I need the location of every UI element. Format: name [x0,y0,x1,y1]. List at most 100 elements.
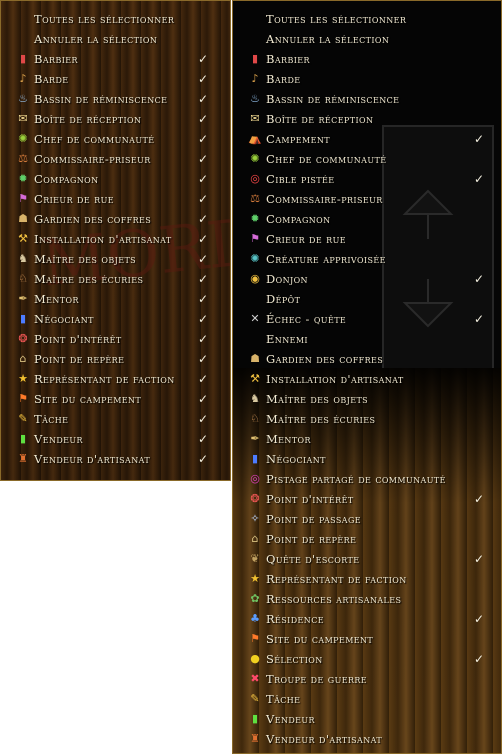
menu-item-label: Crieur de rue [266,232,346,246]
menu-item-crieur-de-rue[interactable]: ⚑ Crieur de rue ✓ [1,189,230,209]
menu-item-cible-pistee[interactable]: ◎ Cible pistée ✓ [233,169,501,189]
menu-item-chef-de-communaute[interactable]: ✺ Chef de communauté [233,149,501,169]
lute-icon: ♪ [19,72,27,85]
menu-item-annuler-la-selection[interactable]: Annuler la sélection [233,29,501,49]
menu-item-label: Cible pistée [266,172,335,186]
menu-item-vendeur[interactable]: ▮ Vendeur [233,709,501,729]
menu-item-mentor[interactable]: ✒ Mentor [233,429,501,449]
menu-item-maitre-des-objets[interactable]: ♞ Maître des objets ✓ [1,249,230,269]
menu-item-site-du-campement[interactable]: ⚑ Site du campement ✓ [1,389,230,409]
menu-item-echec-quete[interactable]: ✕ Échec - quête ✓ [233,309,501,329]
menu-item-residence[interactable]: ♣ Résidence ✓ [233,609,501,629]
mailbox-icon: ✉ [18,112,28,125]
menu-item-ressources-artisanales[interactable]: ✿ Ressources artisanales [233,589,501,609]
menu-item-selection[interactable]: ● Sélection ✓ [233,649,501,669]
menu-item-gardien-des-coffres[interactable]: ☗ Gardien des coffres [233,349,501,369]
tracked-target-icon: ◎ [250,172,260,185]
menu-item-label: Point de passage [266,512,362,526]
menu-item-point-d-interet[interactable]: ❂ Point d'intérêt ✓ [1,329,230,349]
menu-item-barbier[interactable]: ▮ Barbier ✓ [1,49,230,69]
menu-item-label: Représentant de faction [34,372,175,386]
menu-item-depot[interactable]: Dépôt [233,289,501,309]
menu-item-label: Ressources artisanales [266,592,402,606]
barber-pole-icon: ▮ [251,52,259,65]
encampment-icon: ⛺ [248,132,262,145]
menu-item-installation-d-artisanat[interactable]: ⚒ Installation d'artisanat [233,369,501,389]
menu-item-chef-de-communaute[interactable]: ✺ Chef de communauté ✓ [1,129,230,149]
menu-item-commissaire-priseur[interactable]: ⚖ Commissaire-priseur [233,189,501,209]
barber-pole-icon: ▮ [19,52,27,65]
town-crier-icon: ⚑ [18,192,28,205]
menu-item-representant-de-faction[interactable]: ★ Représentant de faction [233,569,501,589]
campsite-icon: ⚑ [250,632,260,645]
menu-item-site-du-campement[interactable]: ⚑ Site du campement [233,629,501,649]
quest-failed-icon: ✕ [250,312,260,325]
menu-item-negociant[interactable]: ▮ Négociant [233,449,501,469]
checkmark-icon: ✓ [197,352,208,366]
menu-item-label: Bassin de réminiscence [34,92,168,106]
menu-item-vendeur[interactable]: ▮ Vendeur ✓ [1,429,230,449]
companion-icon: ✹ [250,212,260,225]
menu-item-quete-d-escorte[interactable]: ❦ Quête d'escorte ✓ [233,549,501,569]
menu-item-boite-de-reception[interactable]: ✉ Boîte de réception ✓ [1,109,230,129]
menu-item-compagnon[interactable]: ✹ Compagnon [233,209,501,229]
menu-item-vendeur-d-artisanat[interactable]: ♜ Vendeur d'artisanat ✓ [1,449,230,469]
menu-item-negociant[interactable]: ▮ Négociant ✓ [1,309,230,329]
menu-item-point-de-passage[interactable]: ✧ Point de passage [233,509,501,529]
menu-item-toutes-les-selectionner[interactable]: Toutes les sélectionner [233,9,501,29]
menu-item-mentor[interactable]: ✒ Mentor ✓ [1,289,230,309]
checkmark-icon: ✓ [197,232,208,246]
menu-item-maitre-des-ecuries[interactable]: ♘ Maître des écuries ✓ [1,269,230,289]
menu-item-pistage-partage-de-communaute[interactable]: ◎ Pistage partagé de communauté [233,469,501,489]
menu-item-maitre-des-objets[interactable]: ♞ Maître des objets [233,389,501,409]
menu-item-gardien-des-coffres[interactable]: ☗ Gardien des coffres ✓ [1,209,230,229]
checkmark-icon: ✓ [197,52,208,66]
menu-item-barbier[interactable]: ▮ Barbier [233,49,501,69]
checkmark-icon: ✓ [197,292,208,306]
menu-item-label: Négociant [34,312,94,326]
menu-item-commissaire-priseur[interactable]: ⚖ Commissaire-priseur ✓ [1,149,230,169]
checkmark-icon: ✓ [197,92,208,106]
menu-item-toutes-les-selectionner[interactable]: Toutes les sélectionner [1,9,230,29]
crafting-vendor-icon: ♜ [250,732,260,745]
menu-item-installation-d-artisanat[interactable]: ⚒ Installation d'artisanat ✓ [1,229,230,249]
menu-item-representant-de-faction[interactable]: ★ Représentant de faction ✓ [1,369,230,389]
menu-item-ennemi[interactable]: Ennemi [233,329,501,349]
checkmark-icon: ✓ [197,412,208,426]
menu-item-tache[interactable]: ✎ Tâche [233,689,501,709]
menu-item-label: Mentor [266,432,311,446]
menu-item-bassin-de-reminiscence[interactable]: ♨ Bassin de réminiscence ✓ [1,89,230,109]
menu-item-point-de-repere[interactable]: ⌂ Point de repère ✓ [1,349,230,369]
menu-item-label: Maître des écuries [34,272,144,286]
menu-item-creature-apprivoisee[interactable]: ✺ Créature apprivoisée [233,249,501,269]
menu-item-barde[interactable]: ♪ Barde ✓ [1,69,230,89]
checkmark-icon: ✓ [473,492,484,506]
mailbox-icon: ✉ [250,112,260,125]
checkmark-icon: ✓ [473,172,484,186]
menu-item-campement[interactable]: ⛺ Campement ✓ [233,129,501,149]
checkmark-icon: ✓ [473,552,484,566]
menu-item-bassin-de-reminiscence[interactable]: ♨ Bassin de réminiscence [233,89,501,109]
mentor-icon: ✒ [250,432,260,445]
menu-item-label: Vendeur [34,432,83,446]
menu-item-boite-de-reception[interactable]: ✉ Boîte de réception [233,109,501,129]
menu-item-point-d-interet[interactable]: ❂ Point d'intérêt ✓ [233,489,501,509]
menu-item-troupe-de-guerre[interactable]: ✖ Troupe de guerre [233,669,501,689]
menu-item-label: Crieur de rue [34,192,114,206]
menu-item-barde[interactable]: ♪ Barde [233,69,501,89]
menu-item-tache[interactable]: ✎ Tâche ✓ [1,409,230,429]
left-filter-menu: MORDOR Toutes les sélectionner Annuler la… [0,0,231,481]
menu-item-maitre-des-ecuries[interactable]: ♘ Maître des écuries [233,409,501,429]
checkmark-icon: ✓ [197,212,208,226]
menu-item-donjon[interactable]: ◉ Donjon ✓ [233,269,501,289]
menu-item-point-de-repere[interactable]: ⌂ Point de repère [233,529,501,549]
menu-item-vendeur-d-artisanat[interactable]: ♜ Vendeur d'artisanat [233,729,501,749]
menu-item-label: Compagnon [34,172,99,186]
checkmark-icon: ✓ [197,452,208,466]
landmark-icon: ⌂ [251,532,259,545]
menu-item-compagnon[interactable]: ✹ Compagnon ✓ [1,169,230,189]
menu-item-annuler-la-selection[interactable]: Annuler la sélection [1,29,230,49]
menu-item-crieur-de-rue[interactable]: ⚑ Crieur de rue [233,229,501,249]
menu-item-label: Boîte de réception [266,112,374,126]
menu-item-label: Gardien des coffres [266,352,384,366]
